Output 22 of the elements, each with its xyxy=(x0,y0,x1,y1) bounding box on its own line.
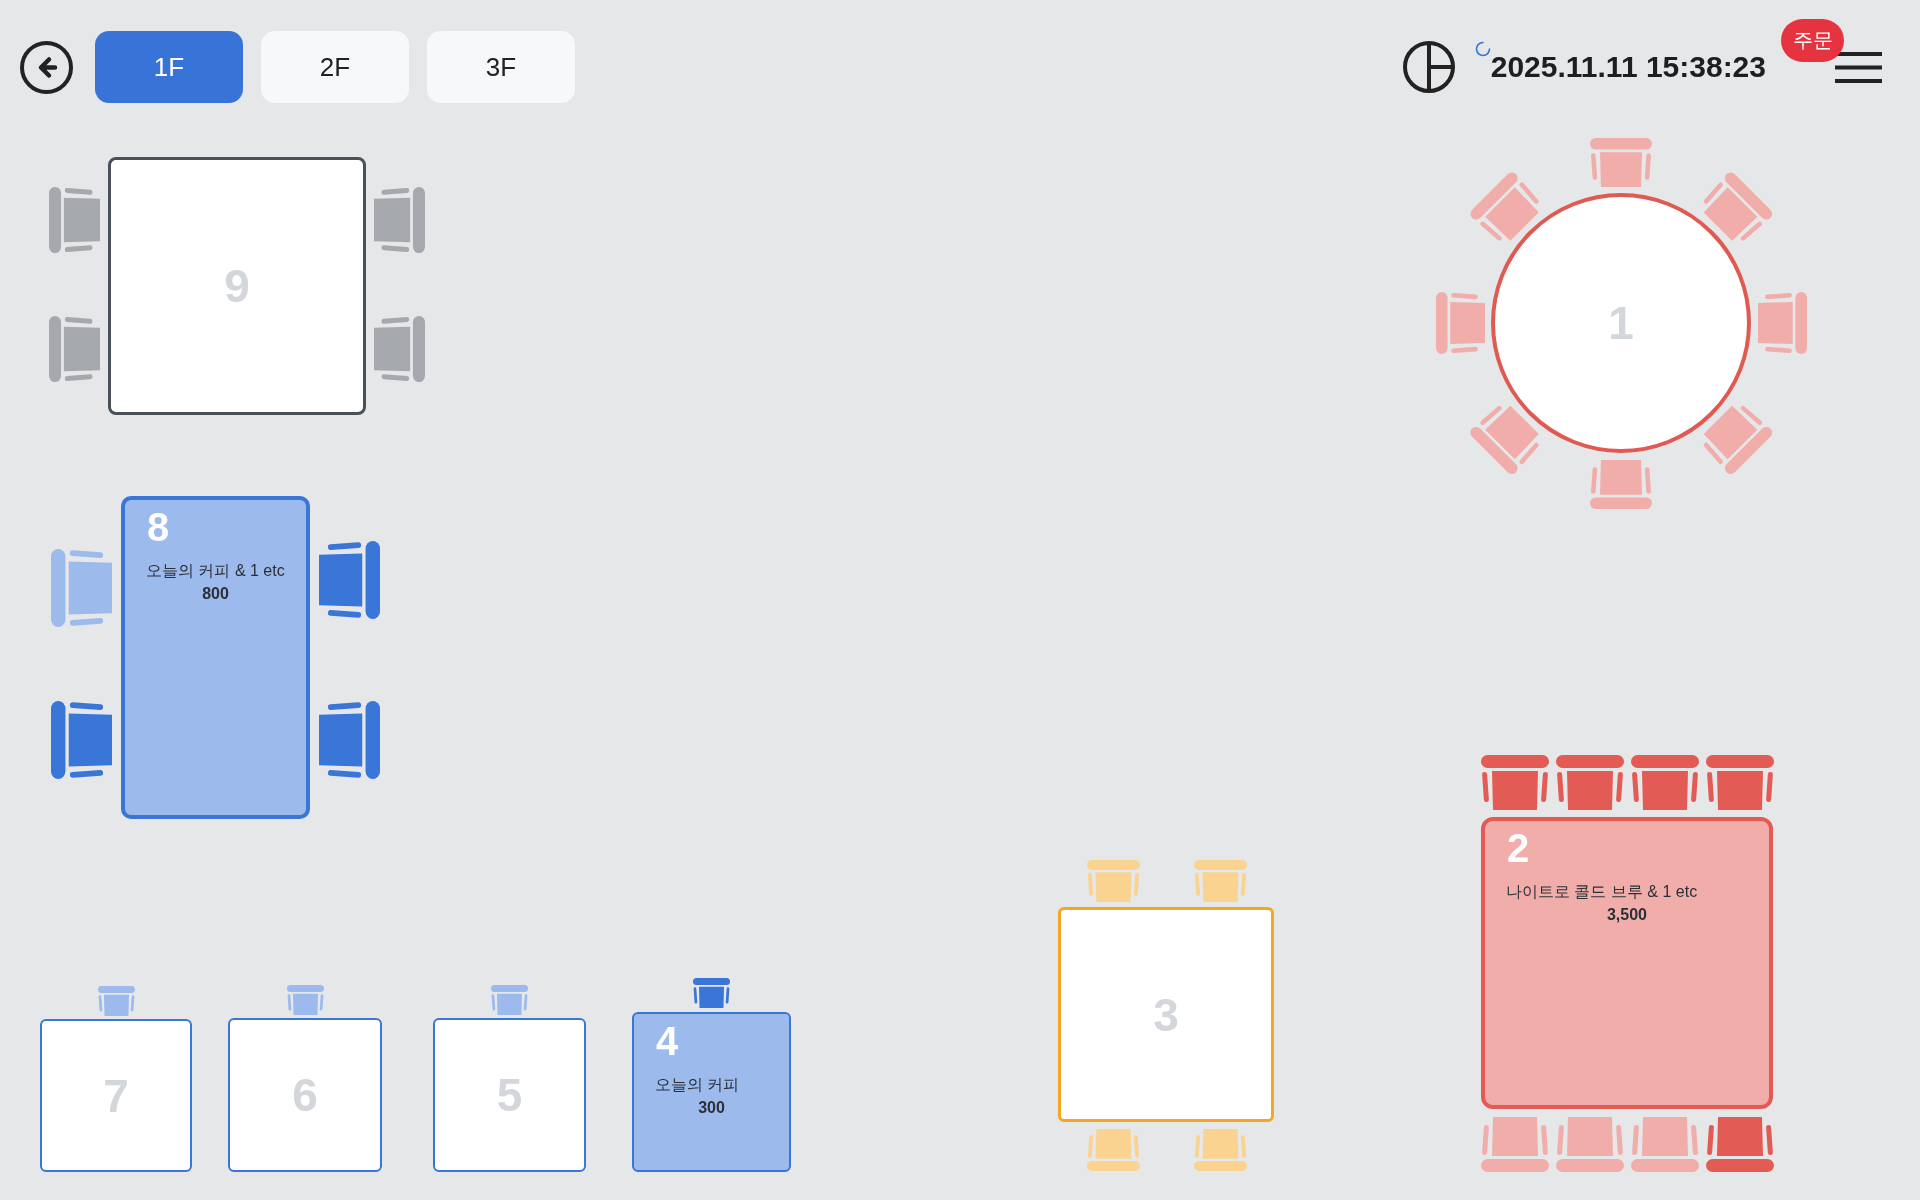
table[interactable]: 4 오늘의 커피 300 xyxy=(632,1012,791,1172)
menu-icon xyxy=(1835,51,1882,83)
floor-tab[interactable]: 1F xyxy=(95,31,243,103)
table[interactable]: 2 나이트로 콜드 브루 & 1 etc 3,500 xyxy=(1481,817,1773,1109)
order-amount: 3,500 xyxy=(1606,905,1647,925)
back-button[interactable] xyxy=(20,40,73,94)
divided-circle-icon[interactable] xyxy=(1402,41,1455,93)
order-amount: 800 xyxy=(202,584,229,604)
floor-tab[interactable]: 2F xyxy=(261,31,409,103)
table-number: 2 xyxy=(1507,826,1530,870)
table-number: 8 xyxy=(147,505,170,549)
order-items: 나이트로 콜드 브루 & 1 etc xyxy=(1506,882,1698,902)
order-items: 오늘의 커피 & 1 etc xyxy=(146,561,285,581)
floor-tab[interactable]: 3F xyxy=(427,31,575,103)
order-badge: 주문 xyxy=(1781,18,1844,62)
back-icon xyxy=(20,40,73,94)
order-items: 오늘의 커피 xyxy=(655,1075,740,1095)
menu-button[interactable] xyxy=(1835,51,1882,83)
table[interactable]: 8 오늘의 커피 & 1 etc 800 xyxy=(121,496,310,819)
order-amount: 300 xyxy=(698,1098,725,1118)
table-number: 4 xyxy=(656,1019,679,1063)
datetime-text: 2025.11.11 15:38:23 xyxy=(1490,50,1766,84)
